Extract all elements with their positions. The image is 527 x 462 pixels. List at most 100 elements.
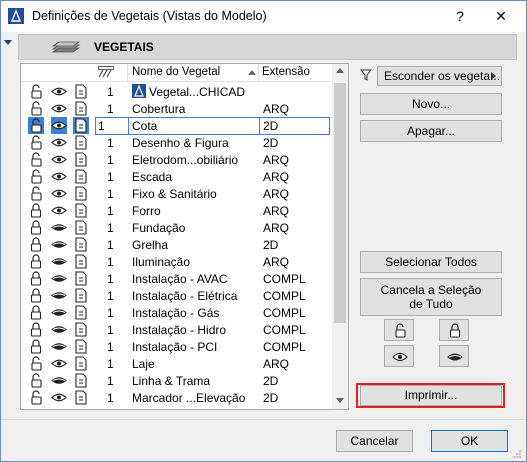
layer-extension: COMPL xyxy=(263,340,306,354)
eye-open-icon[interactable] xyxy=(51,389,67,406)
document-icon[interactable] xyxy=(73,253,89,270)
scroll-up-icon[interactable] xyxy=(336,68,344,73)
table-row[interactable]: 1 Grelha 2D xyxy=(21,236,331,253)
lock-icon[interactable] xyxy=(28,270,44,287)
delete-button[interactable]: Apagar... xyxy=(360,120,502,142)
column-header-name[interactable]: Nome do Vegetal xyxy=(132,66,220,78)
hide-all-button[interactable] xyxy=(439,345,469,367)
document-icon[interactable] xyxy=(73,321,89,338)
document-icon[interactable] xyxy=(73,270,89,287)
unlock-icon[interactable] xyxy=(28,372,44,389)
hatch-icon[interactable] xyxy=(98,66,114,78)
document-icon[interactable] xyxy=(73,304,89,321)
eye-open-icon[interactable] xyxy=(51,83,67,100)
eye-open-icon[interactable] xyxy=(51,185,67,202)
eye-open-icon[interactable] xyxy=(51,355,67,372)
eye-closed-icon[interactable] xyxy=(51,287,67,304)
document-icon[interactable] xyxy=(73,185,89,202)
vertical-scrollbar[interactable] xyxy=(332,64,348,409)
eye-open-icon[interactable] xyxy=(51,117,67,134)
table-row[interactable]: 1 Instalação - Gás COMPL xyxy=(21,304,331,321)
document-icon[interactable] xyxy=(73,117,89,134)
show-all-button[interactable] xyxy=(384,345,414,367)
document-icon[interactable] xyxy=(73,151,89,168)
eye-open-icon[interactable] xyxy=(51,151,67,168)
eye-closed-icon[interactable] xyxy=(51,338,67,355)
table-row[interactable]: 1 Escada ARQ xyxy=(21,168,331,185)
document-icon[interactable] xyxy=(73,100,89,117)
table-row[interactable]: 1 Cota 2D xyxy=(21,117,331,135)
resize-grip-icon[interactable] xyxy=(512,449,522,459)
table-row[interactable]: 1 Iluminação ARQ xyxy=(21,253,331,270)
table-row[interactable]: 1 Laje ARQ xyxy=(21,355,331,372)
table-row[interactable]: 1 Marcador ...Elevação 2D xyxy=(21,389,331,406)
table-row[interactable]: 1 Vegetal...CHICAD xyxy=(21,83,331,100)
lock-icon[interactable] xyxy=(28,338,44,355)
unlock-all-button[interactable] xyxy=(384,319,414,341)
document-icon[interactable] xyxy=(73,83,89,100)
lock-icon[interactable] xyxy=(28,321,44,338)
document-icon[interactable] xyxy=(73,287,89,304)
eye-closed-icon[interactable] xyxy=(51,219,67,236)
lock-icon[interactable] xyxy=(28,202,44,219)
table-row[interactable]: 1 Instalação - AVAC COMPL xyxy=(21,270,331,287)
document-icon[interactable] xyxy=(73,134,89,151)
document-icon[interactable] xyxy=(73,389,89,406)
table-row[interactable]: 1 Instalação - Elétrica COMPL xyxy=(21,287,331,304)
ok-button[interactable]: OK xyxy=(431,430,508,452)
unlock-icon[interactable] xyxy=(28,100,44,117)
table-row[interactable]: 1 Desenho & Figura 2D xyxy=(21,134,331,151)
eye-closed-icon[interactable] xyxy=(51,270,67,287)
lock-icon[interactable] xyxy=(28,304,44,321)
table-row[interactable]: 1 Linha & Trama 2D xyxy=(21,372,331,389)
table-row[interactable]: 1 Fundação ARQ xyxy=(21,219,331,236)
unlock-icon[interactable] xyxy=(28,185,44,202)
document-icon[interactable] xyxy=(73,202,89,219)
lock-icon[interactable] xyxy=(28,253,44,270)
select-all-button[interactable]: Selecionar Todos xyxy=(360,251,502,273)
table-row[interactable]: 1 Cobertura ARQ xyxy=(21,100,331,117)
unlock-icon[interactable] xyxy=(28,168,44,185)
unlock-icon[interactable] xyxy=(28,355,44,372)
help-button[interactable]: ? xyxy=(450,6,470,26)
lock-icon[interactable] xyxy=(28,287,44,304)
lock-icon[interactable] xyxy=(28,219,44,236)
table-row[interactable]: 1 Instalação - PCI COMPL xyxy=(21,338,331,355)
scroll-thumb[interactable] xyxy=(334,83,346,323)
eye-closed-icon[interactable] xyxy=(51,253,67,270)
lock-icon[interactable] xyxy=(28,236,44,253)
deselect-all-button[interactable]: Cancela a Seleção de Tudo xyxy=(360,278,502,316)
table-row[interactable]: 1 Instalação - Hidro COMPL xyxy=(21,321,331,338)
table-row[interactable]: 1 Eletrodom...obiliário ARQ xyxy=(21,151,331,168)
layer-list[interactable]: Nome do Vegetal Extensão 1 Vegetal...CHIC… xyxy=(20,63,349,410)
table-row[interactable]: 1 Fixo & Sanitário ARQ xyxy=(21,185,331,202)
cancel-button[interactable]: Cancelar xyxy=(336,430,413,452)
collapse-arrow-icon[interactable] xyxy=(4,40,12,45)
unlock-icon[interactable] xyxy=(28,134,44,151)
table-row[interactable]: 1 Forro ARQ xyxy=(21,202,331,219)
eye-open-icon[interactable] xyxy=(51,168,67,185)
document-icon[interactable] xyxy=(73,338,89,355)
unlock-icon[interactable] xyxy=(28,151,44,168)
eye-closed-icon[interactable] xyxy=(51,372,67,389)
lock-all-button[interactable] xyxy=(439,319,469,341)
eye-closed-icon[interactable] xyxy=(51,304,67,321)
eye-closed-icon[interactable] xyxy=(51,236,67,253)
document-icon[interactable] xyxy=(73,219,89,236)
unlock-icon[interactable] xyxy=(28,83,44,100)
scroll-down-icon[interactable] xyxy=(336,398,344,403)
document-icon[interactable] xyxy=(73,372,89,389)
eye-open-icon[interactable] xyxy=(51,100,67,117)
close-button[interactable]: ✕ xyxy=(489,6,513,26)
eye-open-icon[interactable] xyxy=(51,134,67,151)
document-icon[interactable] xyxy=(73,168,89,185)
new-button[interactable]: Novo... xyxy=(360,93,502,115)
eye-open-icon[interactable] xyxy=(51,202,67,219)
unlock-icon[interactable] xyxy=(28,389,44,406)
document-icon[interactable] xyxy=(73,236,89,253)
filter-dropdown[interactable]: Esconder os vegeta... xyxy=(377,66,502,86)
column-header-extension[interactable]: Extensão xyxy=(262,66,310,78)
eye-closed-icon[interactable] xyxy=(51,321,67,338)
document-icon[interactable] xyxy=(73,355,89,372)
unlock-icon[interactable] xyxy=(28,117,44,134)
